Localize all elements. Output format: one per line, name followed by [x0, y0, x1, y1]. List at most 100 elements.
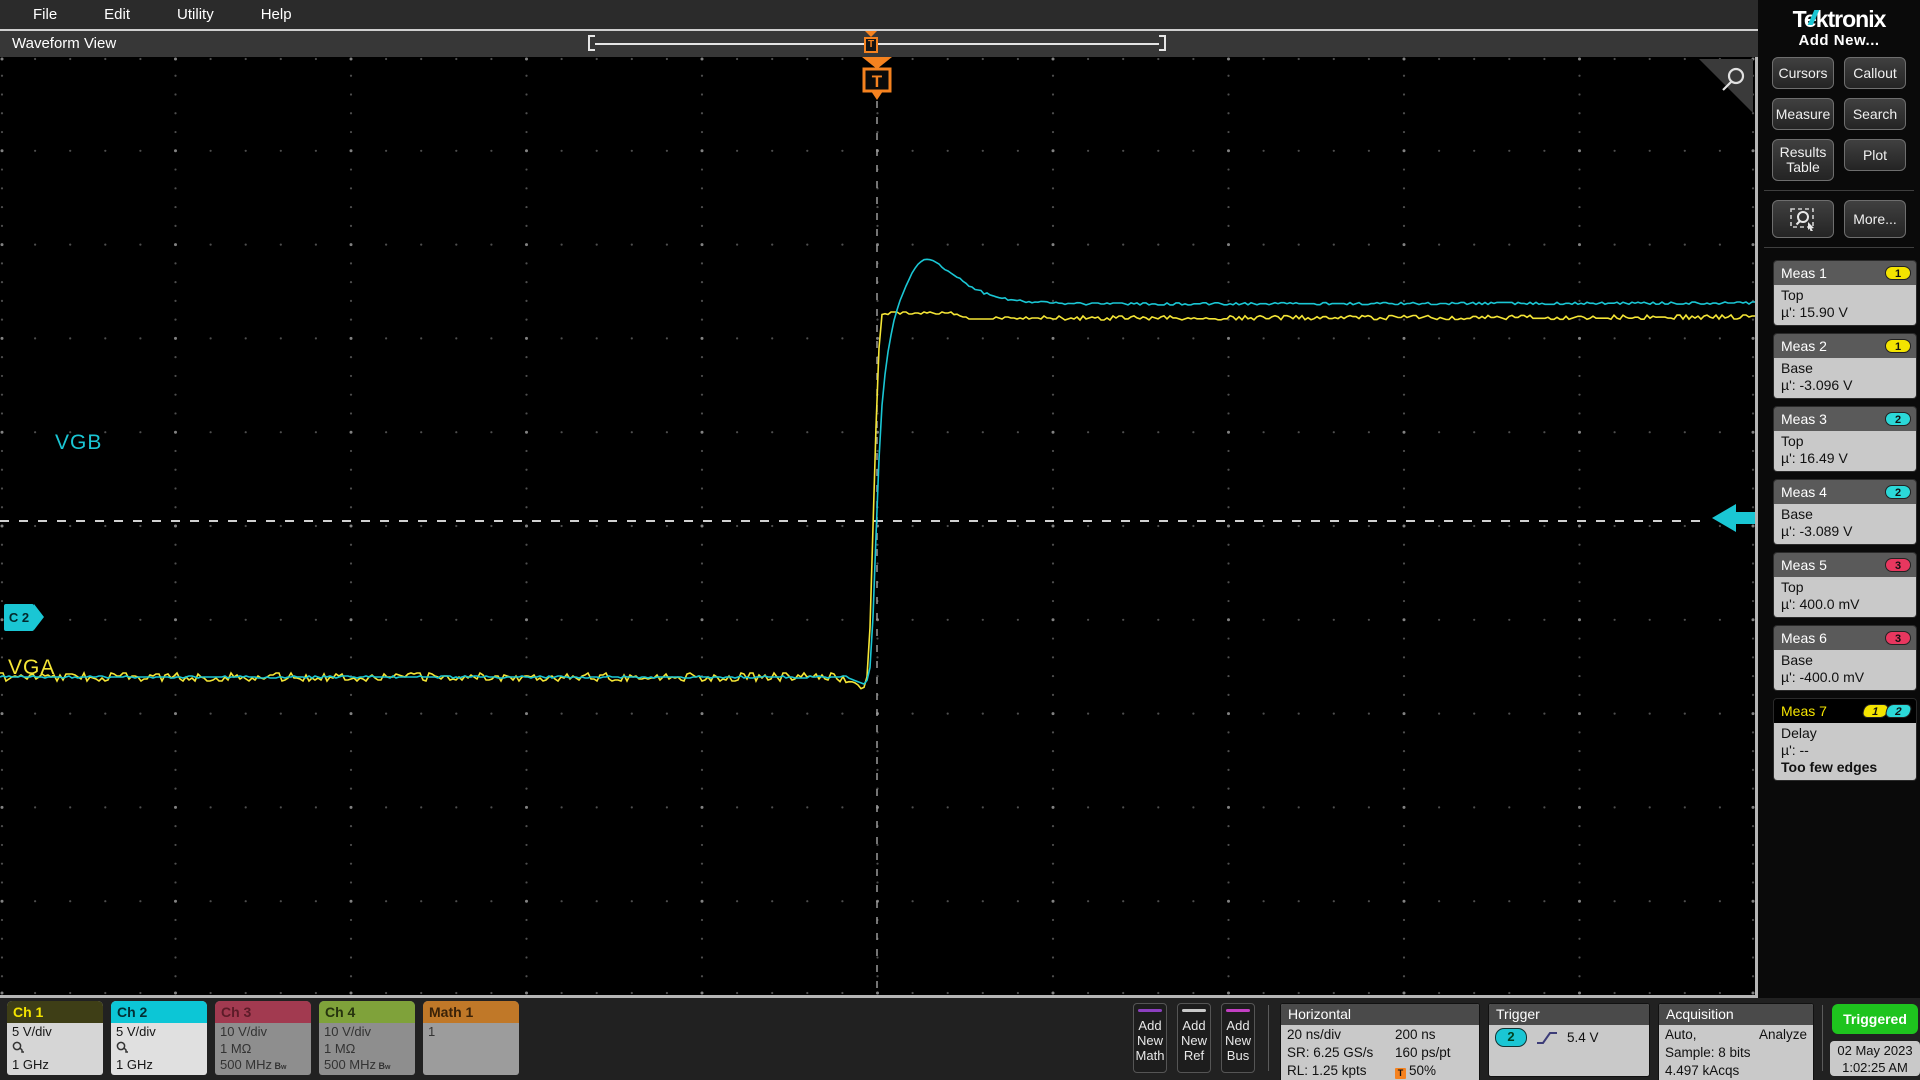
- sidebar-divider2: [1764, 247, 1914, 248]
- accent-bar: [1138, 1009, 1162, 1012]
- bandwidth-limit-icon: Bw: [376, 1061, 391, 1071]
- channel-badge-header: Ch 4: [319, 1001, 415, 1023]
- measurement-source-badges: 3: [1885, 558, 1911, 572]
- horizontal-panel[interactable]: Horizontal 20 ns/div 200 ns SR: 6.25 GS/…: [1280, 1003, 1480, 1080]
- trigger-panel-title: Trigger: [1489, 1004, 1649, 1025]
- measurement-card-meas-5[interactable]: Meas 5 3 Top µ': 400.0 mV: [1773, 552, 1917, 618]
- waveform-view-title: Waveform View: [12, 35, 117, 52]
- button-line: Add: [1138, 1018, 1162, 1033]
- trigger-marker-letter: T: [872, 72, 883, 91]
- measurement-type: Delay: [1781, 725, 1817, 741]
- horizontal-position: T 50%: [1395, 1062, 1473, 1080]
- add-new-row: Add New Math Add New Ref Add New Bus: [1133, 1003, 1255, 1073]
- channel-2-marker[interactable]: C 2: [4, 604, 44, 631]
- horizontal-window: 200 ns: [1395, 1027, 1436, 1042]
- measurement-value: µ': -3.089 V: [1781, 523, 1853, 539]
- measurement-name: Meas 5: [1781, 557, 1827, 573]
- trigger-level-arrow[interactable]: [1712, 504, 1755, 532]
- channel-setting-row: 1 GHz: [12, 1057, 49, 1072]
- search-button[interactable]: Search: [1844, 98, 1906, 130]
- channel-badge-header: Ch 3: [215, 1001, 311, 1023]
- channel-setting-row: 1 MΩ: [220, 1040, 252, 1056]
- trigger-position-flag-icon: T: [1395, 1068, 1406, 1079]
- measure-button[interactable]: Measure: [1772, 98, 1834, 130]
- channel-setting-row: 1 MΩ: [324, 1040, 356, 1056]
- trigger-marker-tip: [871, 91, 883, 100]
- measurement-card-body: Top µ': 400.0 mV: [1774, 577, 1916, 617]
- measurement-card-body: Base µ': -400.0 mV: [1774, 650, 1916, 690]
- measurement-card-body: Top µ': 16.49 V: [1774, 431, 1916, 471]
- measurement-card-meas-7[interactable]: Meas 7 1 2 Delay µ': -- Too few edges: [1773, 698, 1917, 781]
- measurement-card-meas-3[interactable]: Meas 3 2 Top µ': 16.49 V: [1773, 406, 1917, 472]
- results-sidebar: Tektronix Add New... Cursors Callout Measu…: [1758, 0, 1920, 998]
- measurement-source-badges: 1: [1885, 339, 1911, 353]
- button-line: Add: [1226, 1018, 1250, 1033]
- channel-badge-body: 5 V/div 1 GHz: [7, 1023, 103, 1074]
- plot-button[interactable]: Plot: [1844, 139, 1906, 171]
- measurement-name: Meas 7: [1781, 703, 1827, 719]
- horizontal-resolution: 160 ps/pt: [1395, 1045, 1451, 1060]
- menu-item-file[interactable]: File: [33, 6, 57, 23]
- button-line: Math: [1135, 1048, 1165, 1063]
- trigger-marker-arrow[interactable]: [862, 57, 892, 69]
- cursors-button[interactable]: Cursors: [1772, 57, 1834, 89]
- add-new-math-button[interactable]: Add New Math: [1133, 1003, 1167, 1073]
- more-button[interactable]: More...: [1844, 200, 1906, 238]
- channel-badge-ch-4[interactable]: Ch 4 10 V/div 1 MΩ 500 MHz Bw: [319, 1001, 415, 1075]
- measurement-type: Top: [1781, 433, 1804, 449]
- button-line: New: [1136, 1033, 1163, 1048]
- measurement-card-header: Meas 2 1: [1774, 334, 1916, 358]
- channel-badge-header: Math 1: [423, 1001, 519, 1023]
- measurement-card-header: Meas 3 2: [1774, 407, 1916, 431]
- measurement-card-meas-4[interactable]: Meas 4 2 Base µ': -3.089 V: [1773, 479, 1917, 545]
- acquisition-panel[interactable]: Acquisition Auto, Analyze Sample: 8 bits…: [1658, 1003, 1814, 1080]
- measurement-card-meas-6[interactable]: Meas 6 3 Base µ': -400.0 mV: [1773, 625, 1917, 691]
- accent-bar: [1182, 1009, 1206, 1012]
- channel-badge-math-1[interactable]: Math 11: [423, 1001, 519, 1075]
- measurement-source-badges: 12: [1861, 704, 1913, 718]
- triggered-status-badge: Triggered: [1832, 1004, 1918, 1034]
- callout-button[interactable]: Callout: [1844, 57, 1906, 89]
- channel-badge-body: 10 V/div 1 MΩ 500 MHz Bw: [319, 1023, 415, 1075]
- results-table-button[interactable]: Results Table: [1772, 139, 1834, 181]
- channel-badge-ch-2[interactable]: Ch 25 V/div 1 GHz: [111, 1001, 207, 1075]
- measurement-card-meas-1[interactable]: Meas 1 1 Top µ': 15.90 V: [1773, 260, 1917, 326]
- measurement-card-header: Meas 4 2: [1774, 480, 1916, 504]
- hpos-trigger-t-icon[interactable]: T: [864, 37, 878, 53]
- measurement-name: Meas 3: [1781, 411, 1827, 427]
- menu-bar: File Edit Utility Help: [0, 0, 1758, 29]
- probe-icon: [12, 1041, 24, 1053]
- menu-item-utility[interactable]: Utility: [177, 6, 214, 23]
- measurement-type: Base: [1781, 360, 1813, 376]
- measurement-type: Top: [1781, 287, 1804, 303]
- measurement-value: µ': --: [1781, 742, 1809, 758]
- horizontal-sample-rate: SR: 6.25 GS/s: [1287, 1045, 1374, 1060]
- measurement-value: µ': -3.096 V: [1781, 377, 1853, 393]
- channel-badge-ch-3[interactable]: Ch 3 10 V/div 1 MΩ 500 MHz Bw: [215, 1001, 311, 1075]
- label-vga: VGA: [8, 656, 56, 679]
- zoom-select-button[interactable]: [1772, 200, 1834, 238]
- trigger-panel[interactable]: Trigger 2 5.4 V: [1488, 1003, 1650, 1077]
- channel-badge-ch-1[interactable]: Ch 15 V/div 1 GHz: [7, 1001, 103, 1075]
- add-new-ref-button[interactable]: Add New Ref: [1177, 1003, 1211, 1073]
- channel-setting-row: 1 GHz: [116, 1057, 153, 1072]
- channel-badge-header: Ch 1: [7, 1001, 103, 1023]
- measurement-list: Meas 1 1 Top µ': 15.90 V Meas 2 1 Base µ': -3.0…: [1773, 260, 1917, 781]
- menu-item-help[interactable]: Help: [261, 6, 292, 23]
- add-new-bus-button[interactable]: Add New Bus: [1221, 1003, 1255, 1073]
- add-new-heading: Add New...: [1798, 32, 1880, 49]
- channel-setting-row: 10 V/div: [220, 1024, 267, 1039]
- rising-edge-icon: [1537, 1031, 1557, 1044]
- waveform-display[interactable]: T VGB VGA C 2: [0, 57, 1758, 998]
- menu-item-edit[interactable]: Edit: [104, 6, 130, 23]
- horizontal-record-length: RL: 1.25 kpts: [1287, 1063, 1367, 1078]
- channel-badge-row: Ch 15 V/div 1 GHz Ch 25 V/div 1 GHz Ch 3 10 V…: [7, 1001, 519, 1075]
- measurement-note: Too few edges: [1781, 759, 1878, 775]
- button-line: Add: [1182, 1018, 1206, 1033]
- measurement-card-meas-2[interactable]: Meas 2 1 Base µ': -3.096 V: [1773, 333, 1917, 399]
- channel-setting-row: [12, 1041, 103, 1058]
- channel-badge-header: Ch 2: [111, 1001, 207, 1023]
- acquisition-panel-title: Acquisition: [1659, 1004, 1813, 1025]
- measurement-card-header: Meas 1 1: [1774, 261, 1916, 285]
- measurement-name: Meas 4: [1781, 484, 1827, 500]
